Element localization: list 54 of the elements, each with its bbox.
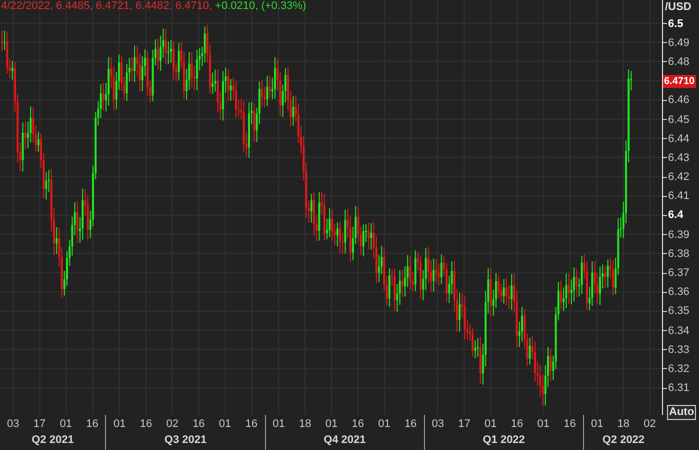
axis-label: 6.48 [668,56,690,68]
axis-label: 03 [432,418,444,430]
axis-label: 6.38 [668,248,690,260]
quote-values: 4/22/2022, 6.4485, 6.4721, 6.4482, 6.4710, [1,0,212,12]
axis-label: 01 [378,418,390,430]
axis-label: 6.35 [668,305,690,318]
axis-label: 01 [537,418,550,430]
axis-label: 01 [590,418,604,430]
quarter-label: Q1 2022 [482,433,525,448]
axis-label: 6.49 [668,36,690,49]
axis-label: 16 [352,418,364,430]
axis-label: 16 [192,418,205,430]
axis-label: 6.36 [668,286,690,298]
last-price-tag: 6.4710 [663,74,696,88]
axis-label: 6.34 [668,324,690,337]
axis-label: 01 [272,418,285,430]
axis-label: 6.31 [668,382,690,394]
axis-label: 16 [510,418,524,430]
axis-label: 17 [458,418,470,430]
quarter-label: Q2 2022 [602,433,645,448]
axis-label: 6.5 [668,18,684,30]
axis-label: 16 [140,418,152,430]
axis-label: 16 [245,418,258,430]
axis-label: 6.44 [668,132,690,145]
axis-label: 01 [113,418,126,430]
price-change: +0.0210, (+0.33%) [215,0,306,12]
axis-label: 6.32 [668,362,690,375]
axis-label: 6.4 [668,209,684,222]
axis-label: 6.46 [668,94,690,106]
axis-label: 02 [644,418,656,430]
currency-label: /USD [664,0,692,14]
axis-label: 16 [404,418,417,430]
axis-label: 18 [299,418,312,430]
axis-label: 02 [166,418,178,430]
auto-scale-button[interactable]: Auto [667,405,696,420]
axis-label: 01 [484,418,497,430]
quarter-label: Q2 2021 [32,433,74,448]
axis-label: 6.43 [668,152,690,164]
axis-label: 6.41 [668,190,690,202]
axis-label: 6.45 [668,114,690,126]
axis-label: 17 [33,418,46,430]
axis-label: 01 [325,418,338,430]
axis-label: 6.33 [668,344,690,356]
axis-label: 16 [564,418,576,430]
axis-label: 01 [218,418,232,430]
axis-label: 6.39 [668,228,690,241]
quarter-label: Q4 2021 [324,433,366,448]
axis-label: 03 [7,418,20,430]
axis-label: 6.37 [668,267,690,280]
quarter-label: Q3 2021 [164,433,207,448]
axis-label: 18 [617,418,630,430]
axis-label: 6.42 [668,171,690,184]
axis-label: 16 [86,418,98,430]
axis-label: 01 [60,418,72,430]
